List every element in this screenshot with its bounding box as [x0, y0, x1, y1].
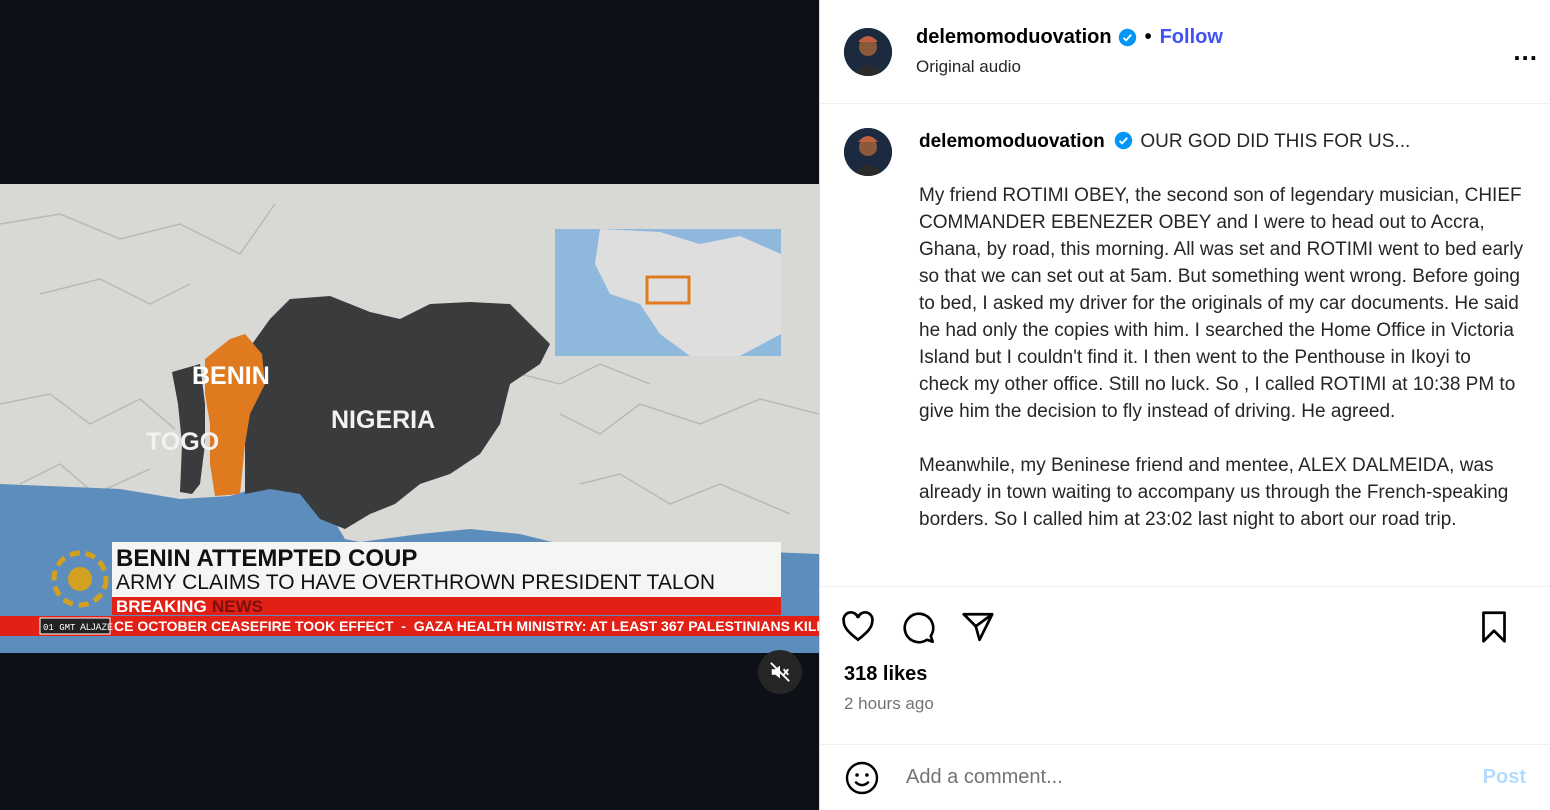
smiley-icon[interactable]	[844, 760, 880, 796]
share-button[interactable]	[960, 609, 996, 645]
map-label-benin: BENIN	[192, 362, 270, 390]
video-frame[interactable]: BENIN TOGO NIGERIA BENIN ATTEMPTED COUP …	[0, 184, 819, 653]
like-button[interactable]	[840, 609, 876, 645]
post-comment-button[interactable]: Post	[1483, 766, 1526, 789]
separator-dot: •	[1144, 26, 1152, 48]
verified-badge-icon	[1118, 28, 1136, 47]
avatar[interactable]	[844, 27, 892, 76]
lower-third-subheadline: ARMY CLAIMS TO HAVE OVERTHROWN PRESIDENT…	[116, 571, 715, 594]
profile-photo-icon	[844, 27, 892, 76]
bookmark-icon	[1482, 611, 1506, 643]
paper-plane-icon	[962, 612, 994, 642]
ticker-channel: ALJAZE	[80, 622, 113, 632]
action-bar	[820, 587, 1550, 667]
video-player[interactable]: BENIN TOGO NIGERIA BENIN ATTEMPTED COUP …	[0, 0, 819, 810]
caption-username[interactable]: delemomoduovation	[919, 131, 1105, 152]
caption-section: delemomoduovation OUR GOD DID THIS FOR U…	[820, 104, 1550, 587]
caption-paragraph: My friend ROTIMI OBEY, the second son of…	[919, 185, 1524, 422]
comment-input[interactable]	[904, 765, 1483, 790]
caption-paragraph: Meanwhile, my Beninese friend and mentee…	[919, 455, 1509, 530]
header-text-group: delemomoduovation • Follow Original audi…	[916, 26, 1223, 77]
post-header: delemomoduovation • Follow Original audi…	[820, 0, 1550, 104]
news-label: NEWS	[212, 597, 263, 616]
caption-avatar[interactable]	[844, 128, 892, 176]
save-button[interactable]	[1476, 609, 1512, 645]
caption-title: OUR GOD DID THIS FOR US...	[1140, 131, 1411, 152]
mute-toggle-button[interactable]	[758, 650, 802, 694]
heart-icon	[842, 611, 874, 642]
header-username[interactable]: delemomoduovation	[916, 26, 1112, 49]
original-audio-link[interactable]: Original audio	[916, 57, 1223, 77]
inset-world-map	[555, 229, 781, 356]
post-timestamp[interactable]: 2 hours ago	[820, 694, 1550, 714]
news-map-graphic: BENIN TOGO NIGERIA BENIN ATTEMPTED COUP …	[0, 184, 819, 653]
header-user-row: delemomoduovation • Follow	[916, 26, 1223, 49]
caption-text: delemomoduovation OUR GOD DID THIS FOR U…	[919, 128, 1524, 586]
post-details-panel: delemomoduovation • Follow Original audi…	[819, 0, 1550, 810]
verified-badge-icon	[1114, 131, 1133, 150]
news-ticker: CE OCTOBER CEASEFIRE TOOK EFFECT - GAZA …	[114, 618, 819, 634]
ticker-clock: 01 GMT	[43, 623, 76, 633]
profile-photo-icon	[844, 128, 892, 176]
lower-third-headline: BENIN ATTEMPTED COUP	[116, 545, 417, 572]
more-options-button[interactable]: ...	[1513, 36, 1538, 67]
comment-bubble-icon	[903, 612, 935, 644]
breaking-label: BREAKING	[116, 597, 207, 616]
follow-button[interactable]: Follow	[1160, 26, 1223, 49]
map-label-togo: TOGO	[146, 428, 219, 456]
instagram-post-view: BENIN TOGO NIGERIA BENIN ATTEMPTED COUP …	[0, 0, 1550, 810]
speaker-muted-icon	[770, 662, 790, 682]
comment-bar: Post	[820, 744, 1550, 810]
comment-button[interactable]	[900, 609, 936, 645]
map-label-nigeria: NIGERIA	[331, 406, 435, 434]
